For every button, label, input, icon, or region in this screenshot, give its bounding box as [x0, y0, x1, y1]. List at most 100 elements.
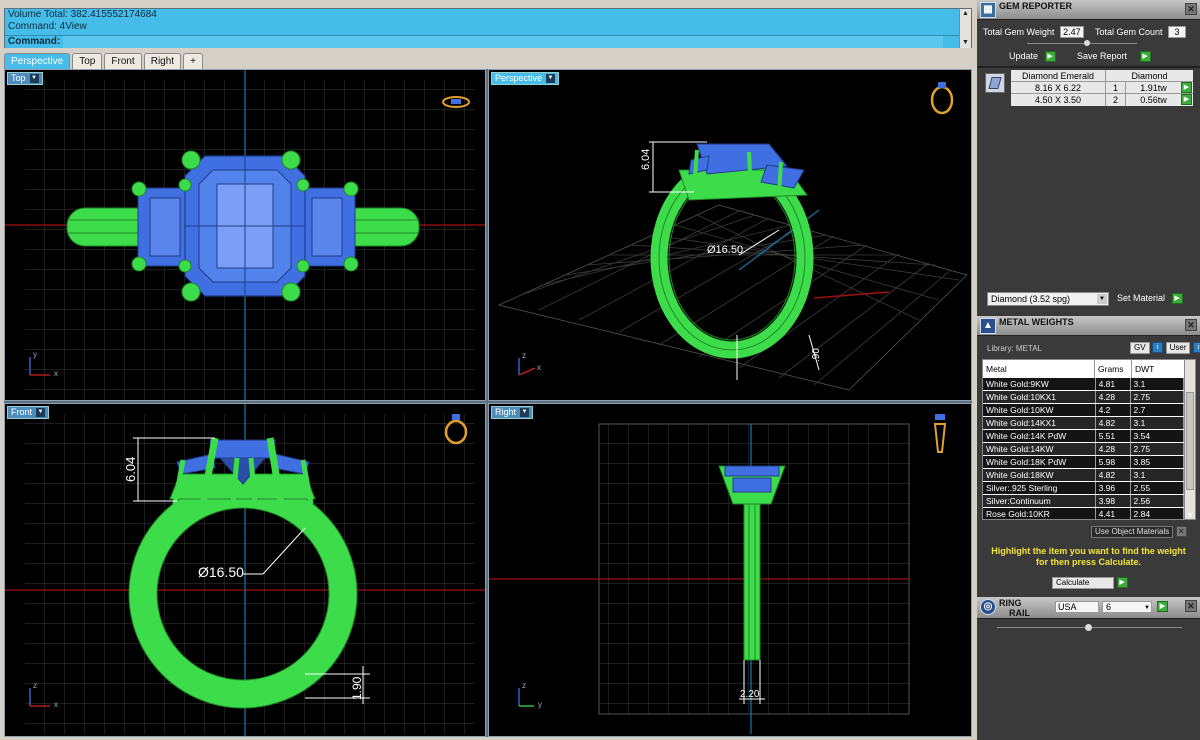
calculate-control[interactable]: Calculate ▶ [1052, 577, 1128, 589]
metal-row[interactable]: White Gold:18K PdW 5.98 3.85 [983, 455, 1185, 470]
metal-name: White Gold:14KX1 [983, 416, 1096, 431]
scroll-down-icon[interactable]: ▼ [960, 38, 971, 47]
scroll-down-icon[interactable]: ▼ [1185, 512, 1195, 519]
viewport-label-perspective[interactable]: Perspective ▼ [491, 72, 560, 85]
viewport-label-front[interactable]: Front ▼ [7, 406, 50, 419]
viewport-label-top[interactable]: Top ▼ [7, 72, 43, 85]
chevron-down-icon[interactable]: ▼ [1144, 603, 1150, 613]
update-control[interactable]: Update ▶ [1009, 51, 1056, 63]
user-library-button[interactable]: User [1165, 342, 1191, 354]
scroll-up-icon[interactable]: ▲ [960, 9, 971, 18]
save-report-control[interactable]: Save Report ▶ [1077, 51, 1151, 63]
gem-reporter-title: GEM REPORTER [999, 1, 1073, 11]
tab-top[interactable]: Top [72, 53, 103, 69]
chevron-down-icon[interactable]: ▼ [520, 408, 530, 417]
calculate-button[interactable]: Calculate [1052, 577, 1114, 589]
viewport-label-text: Top [11, 73, 26, 83]
metal-name: Silver:Continuum [983, 494, 1096, 509]
gv-info-icon[interactable]: i [1152, 342, 1164, 354]
viewport-right[interactable]: Right ▼ 2.20 z y [488, 403, 972, 737]
metal-dwt: 3.1 [1130, 378, 1185, 392]
command-input[interactable] [63, 36, 943, 48]
metal-table: Metal Grams DWT White Gold:9KW 4.81 3.1 Whi… [982, 359, 1196, 520]
metal-row[interactable]: White Gold:18KW 4.82 3.1 [983, 468, 1185, 483]
close-icon[interactable]: ✕ [1185, 3, 1197, 15]
gem-weight: 0.56tw [1140, 95, 1167, 105]
metal-row[interactable]: Rose Gold:10KR 4.41 2.84 [983, 507, 1185, 519]
axis-label-y: y [538, 700, 542, 709]
metal-row[interactable]: Silver:.925 Sterling 3.96 2.55 [983, 481, 1185, 496]
viewport-area: Top ▼ y x Perspective ▼ 6.04 Ø16.50 .90 … [4, 69, 972, 737]
gem-row-go-button[interactable]: ▶ [1181, 82, 1192, 93]
slider-thumb[interactable] [1084, 40, 1090, 46]
add-tab-button[interactable]: + [183, 53, 203, 69]
metal-grams: 4.28 [1095, 390, 1131, 405]
ring-nav-icon[interactable] [930, 82, 954, 115]
chevron-down-icon[interactable]: ▼ [36, 408, 46, 417]
close-icon[interactable]: ✕ [1175, 526, 1187, 537]
column-header-dwt: DWT [1135, 364, 1155, 374]
gem-row-go-button[interactable]: ▶ [1181, 94, 1192, 105]
tab-perspective[interactable]: Perspective [4, 53, 71, 69]
use-object-materials-control[interactable]: Use Object Materials ✕ [1091, 526, 1187, 538]
command-scrollbar[interactable]: ▲ ▼ [959, 9, 971, 48]
ring-rail-slider[interactable] [997, 624, 1182, 631]
update-button[interactable]: ▶ [1044, 51, 1056, 63]
save-report-button[interactable]: ▶ [1139, 51, 1151, 63]
material-select[interactable]: Diamond (3.52 spg) ▼ [987, 292, 1109, 306]
metal-row[interactable]: White Gold:14KW 4.28 2.75 [983, 442, 1185, 457]
metal-grams: 4.2 [1095, 403, 1131, 418]
ring-size-select[interactable]: 6 ▼ [1102, 601, 1152, 613]
total-count-row: Total Gem Count 3 [1095, 26, 1187, 38]
metal-row[interactable]: Silver:Continuum 3.98 2.56 [983, 494, 1185, 509]
set-material-button[interactable]: ▶ [1171, 293, 1183, 305]
divider [977, 66, 1200, 68]
ring-rail-go-button[interactable]: ▶ [1157, 601, 1168, 612]
scrollbar-thumb[interactable] [1186, 392, 1194, 490]
metal-row[interactable]: White Gold:10KX1 4.28 2.75 [983, 390, 1185, 405]
metal-table-scrollbar[interactable]: ▼ [1184, 360, 1195, 519]
metal-row[interactable]: White Gold:14K PdW 5.51 3.54 [983, 429, 1185, 444]
dimension-height: 6.04 [640, 149, 652, 170]
side-stone-right [299, 187, 356, 267]
total-weight-row: Total Gem Weight 2.47 [983, 26, 1084, 38]
metal-dwt: 2.75 [1130, 442, 1185, 457]
ring-region-select[interactable]: USA [1055, 601, 1099, 613]
gem-slider[interactable] [1027, 40, 1137, 46]
close-icon[interactable]: ✕ [1185, 600, 1197, 612]
close-icon[interactable]: ✕ [1185, 319, 1197, 331]
command-history-area[interactable]: Volume Total: 382.415552174684 Command: … [4, 8, 972, 48]
metal-name: White Gold:10KW [983, 403, 1096, 418]
set-material-control[interactable]: Set Material ▶ [1117, 293, 1183, 305]
gem-row[interactable]: 4.50 X 3.50 2 0.56tw ▶ [1011, 94, 1193, 106]
slider-thumb[interactable] [1085, 624, 1092, 631]
metal-row[interactable]: White Gold:10KW 4.2 2.7 [983, 403, 1185, 418]
metal-row[interactable]: White Gold:14KX1 4.82 3.1 [983, 416, 1185, 431]
use-object-materials-button[interactable]: Use Object Materials [1091, 526, 1174, 538]
viewport-front[interactable]: Front ▼ 6.04 Ø16.50 1.90 z x [4, 403, 486, 737]
hint-line: for then press Calculate. [1035, 557, 1142, 567]
calculate-go-button[interactable]: ▶ [1116, 577, 1128, 589]
tab-front[interactable]: Front [104, 53, 142, 69]
metal-row[interactable]: White Gold:9KW 4.81 3.1 [983, 378, 1185, 392]
viewport-perspective[interactable]: Perspective ▼ 6.04 Ø16.50 .90 z x [488, 69, 972, 401]
viewport-top[interactable]: Top ▼ y x [4, 69, 486, 401]
viewport-label-text: Front [11, 407, 33, 417]
ring-nav-icon[interactable] [933, 414, 947, 453]
metal-grams: 4.81 [1095, 378, 1131, 392]
set-material-label: Set Material [1117, 293, 1166, 303]
gem-row[interactable]: 8.16 X 6.22 1 1.91tw ▶ [1011, 82, 1193, 94]
chevron-down-icon[interactable]: ▼ [29, 74, 39, 83]
viewport-label-right[interactable]: Right ▼ [491, 406, 534, 419]
right-view-canvas: 2.20 z y [489, 414, 947, 734]
metal-grams: 5.51 [1095, 429, 1131, 444]
tab-right[interactable]: Right [143, 53, 182, 69]
chevron-down-icon[interactable]: ▼ [546, 74, 556, 83]
gv-library-button[interactable]: GV [1130, 342, 1150, 354]
metal-grams: 4.82 [1095, 416, 1131, 431]
axis-label-x: x [54, 369, 58, 378]
chevron-down-icon[interactable]: ▼ [1097, 294, 1107, 304]
user-info-icon[interactable]: i [1193, 342, 1200, 354]
axis-label-z: z [33, 681, 37, 690]
gem-reporter-icon: ▦ [980, 2, 996, 18]
